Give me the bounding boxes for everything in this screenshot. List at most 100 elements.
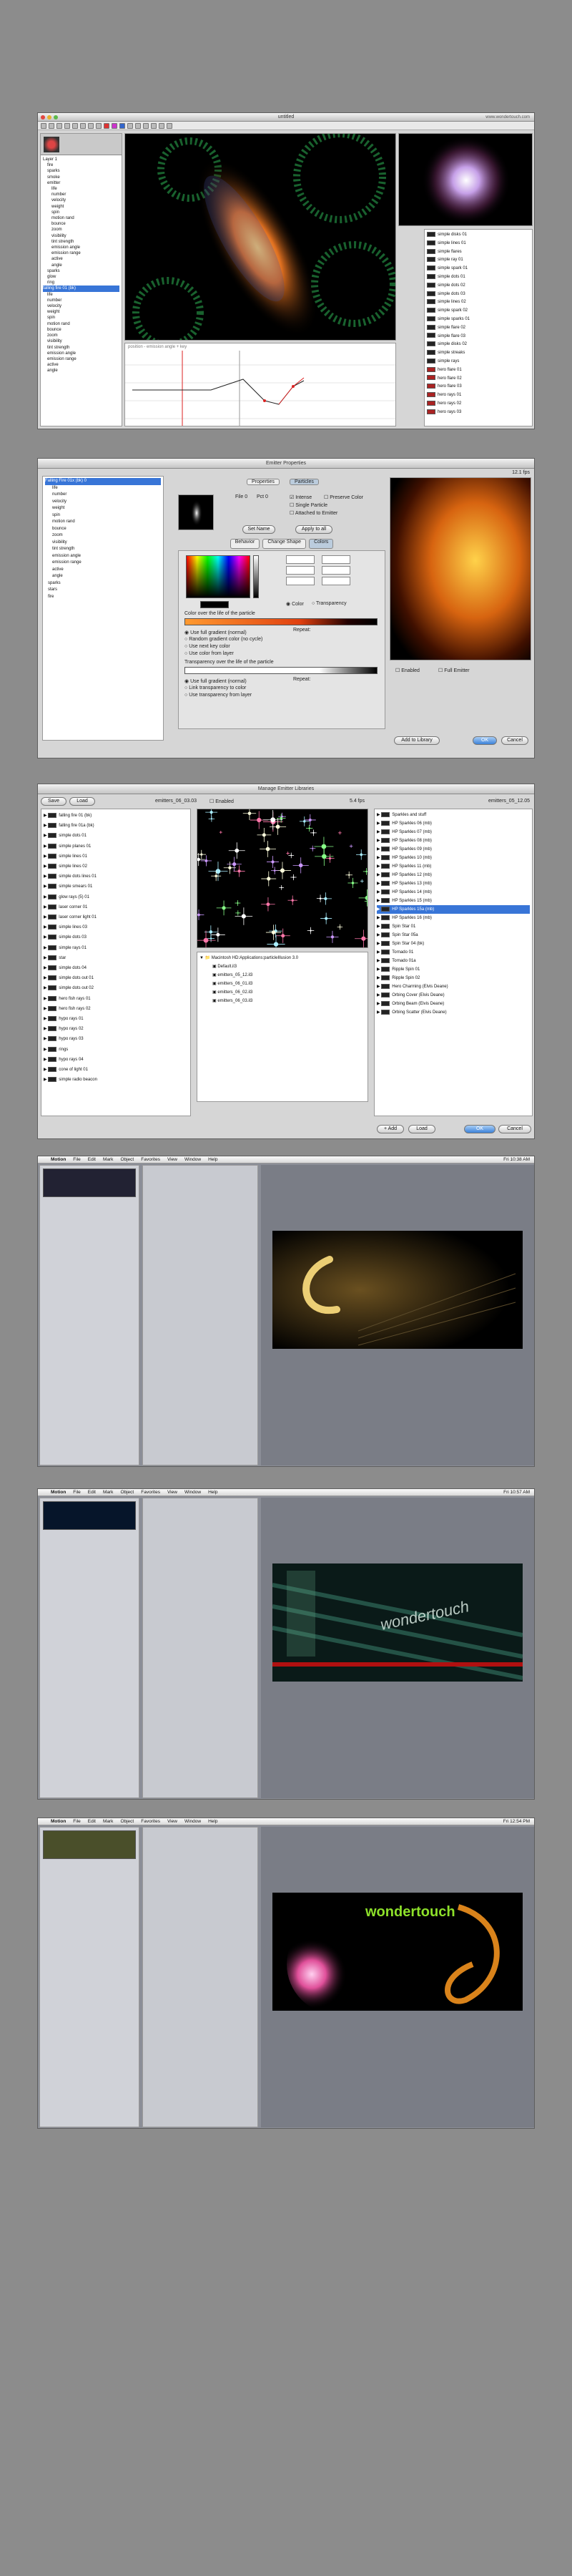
enabled-checkbox[interactable]: ☐ Enabled	[395, 668, 420, 673]
tree-item[interactable]: fire	[45, 594, 161, 601]
tree-item[interactable]: Falling Fire 01x (bk) 0	[45, 478, 161, 485]
color-picker[interactable]	[186, 555, 250, 598]
tree-item[interactable]: zoom	[45, 532, 161, 540]
ok-button[interactable]: OK	[473, 736, 497, 745]
menu-file[interactable]: File	[73, 1818, 80, 1825]
library-item[interactable]: ▶ cone of light 01	[44, 1065, 188, 1075]
library-item[interactable]: simple flares	[427, 248, 530, 257]
library-item[interactable]: ▶ hypo rays 03	[44, 1034, 188, 1044]
menu-edit[interactable]: Edit	[88, 1156, 96, 1163]
library-item[interactable]: simple disks 01	[427, 231, 530, 240]
library-item[interactable]: ▶ hero fish rays 01	[44, 994, 188, 1004]
tree-item[interactable]: angle	[45, 573, 161, 580]
library-item[interactable]: hero rays 02	[427, 400, 530, 409]
radio-color[interactable]: ◉ Color	[286, 601, 304, 607]
library-item[interactable]: ▶ HP Sparkles 08 (mb)	[377, 836, 530, 845]
file-browser-panel[interactable]	[39, 1827, 139, 2127]
tree-item[interactable]: emission angle	[43, 351, 119, 356]
library-item[interactable]: ▶ laser corner light 01	[44, 912, 188, 922]
library-item[interactable]: simple streaks	[427, 349, 530, 358]
cancel-button[interactable]: Cancel	[498, 1125, 531, 1133]
library-item[interactable]: ▶ Spin Star 04 (bk)	[377, 940, 530, 948]
library-item[interactable]: hero rays 01	[427, 391, 530, 400]
emitter-icon[interactable]	[104, 122, 109, 129]
library-item[interactable]: hero rays 03	[427, 409, 530, 417]
tree-item[interactable]: weight	[45, 505, 161, 512]
stage-canvas[interactable]	[124, 133, 396, 341]
deflector-icon[interactable]	[112, 122, 117, 129]
file-item[interactable]: ▣ emitters_06_01.il3	[199, 980, 365, 988]
library-item[interactable]: simple spark 01	[427, 265, 530, 273]
library-item[interactable]: ▶ Orbing Scatter (Elvis Deane)	[377, 1008, 530, 1017]
set-name-button[interactable]: Set Name	[242, 525, 275, 534]
rgb-fields[interactable]	[286, 555, 372, 598]
color-option-2[interactable]: ○ Random gradient color (no cycle)	[184, 637, 262, 642]
library-item[interactable]: ▶ Sparkles and stuff	[377, 811, 530, 819]
menu-window[interactable]: Window	[184, 1489, 201, 1496]
tree-item[interactable]: bounce	[45, 526, 161, 533]
load-button[interactable]: Load	[69, 797, 95, 806]
menu-object[interactable]: Object	[120, 1156, 134, 1163]
tree-item[interactable]: active	[43, 362, 119, 368]
menu-favorites[interactable]: Favorites	[141, 1489, 160, 1496]
new-icon[interactable]	[41, 122, 46, 129]
ok-button[interactable]: OK	[464, 1125, 495, 1133]
tree-item[interactable]: zoom	[43, 227, 119, 233]
library-item[interactable]: ▶ HP Sparkles 07 (mb)	[377, 828, 530, 836]
library-item[interactable]: hero flare 02	[427, 375, 530, 384]
file-item[interactable]: ▣ emitters_06_03.il3	[199, 997, 365, 1005]
library-item[interactable]: ▶ Orbing Beam (Elvis Deane)	[377, 1000, 530, 1008]
library-item[interactable]: simple rays	[427, 358, 530, 366]
library-item[interactable]: ▶ Tornado 01a	[377, 957, 530, 965]
tree-item[interactable]: emission range	[43, 356, 119, 362]
check-single-particle[interactable]: ☐ Single Particle	[290, 502, 327, 508]
library-item[interactable]: simple dots 01	[427, 273, 530, 282]
load-button-2[interactable]: Load	[408, 1125, 435, 1133]
tab-colors[interactable]: Colors	[309, 539, 334, 549]
tree-item[interactable]: number	[43, 192, 119, 197]
library-list[interactable]: simple disks 01 simple lines 01 simple f…	[424, 229, 533, 426]
check-preserve-color[interactable]: ☐ Preserve Color	[324, 494, 363, 500]
file-browser-panel[interactable]	[39, 1498, 139, 1798]
library-item[interactable]: ▶ HP Sparkles 14 (mb)	[377, 888, 530, 897]
full-emitter-checkbox[interactable]: ☐ Full Emitter	[438, 668, 470, 673]
redo-icon[interactable]	[96, 122, 102, 129]
timeline-panel[interactable]	[142, 1498, 258, 1798]
menu-view[interactable]: View	[167, 1489, 177, 1496]
tree-item[interactable]: zoom	[43, 333, 119, 338]
paste-icon[interactable]	[80, 122, 86, 129]
tree-item[interactable]: sparks	[43, 168, 119, 174]
zoom-icon[interactable]	[159, 122, 164, 129]
tree-item[interactable]: motion rand	[45, 519, 161, 526]
tree-item[interactable]: visibility	[43, 338, 119, 344]
library-item[interactable]: ▶ HP Sparkles 15 (mb)	[377, 897, 530, 905]
library-item[interactable]: ▶ HP Sparkles 15a (mb)	[377, 905, 530, 914]
library-item[interactable]: simple flare 03	[427, 333, 530, 341]
menu-help[interactable]: Help	[208, 1818, 217, 1825]
tree-item[interactable]: glow	[43, 274, 119, 280]
library-item[interactable]: ▶ Tornado 01	[377, 948, 530, 957]
tree-item[interactable]: velocity	[45, 499, 161, 506]
tree-item[interactable]: active	[45, 567, 161, 574]
library-item[interactable]: ▶ HP Sparkles 06 (mb)	[377, 819, 530, 828]
library-item[interactable]: ▶ hero fish rays 02	[44, 1004, 188, 1014]
library-item[interactable]: ▶ simple dots 03	[44, 932, 188, 942]
menu-window[interactable]: Window	[184, 1156, 201, 1163]
library-item[interactable]: hero flare 01	[427, 366, 530, 375]
check-intense[interactable]: ☑ Intense	[290, 494, 312, 500]
tree-item[interactable]: tint strength	[43, 345, 119, 351]
menu-motion[interactable]: Motion	[51, 1818, 66, 1825]
menu-mark[interactable]: Mark	[103, 1156, 113, 1163]
tree-item[interactable]: ring	[43, 280, 119, 286]
enabled-checkbox[interactable]: ☐ Enabled	[209, 799, 234, 804]
file-item[interactable]: ▣ emitters_05_12.il3	[199, 971, 365, 980]
library-item[interactable]: ▶ simple dots out 02	[44, 983, 188, 993]
library-item[interactable]: simple dots 03	[427, 291, 530, 299]
tree-item[interactable]: emission range	[45, 560, 161, 567]
tree-item[interactable]: sparks	[45, 580, 161, 587]
library-item[interactable]: ▶ Hero Charming (Elvis Deane)	[377, 982, 530, 991]
tree-item[interactable]: bounce	[43, 327, 119, 333]
library-item[interactable]: ▶ simple lines 03	[44, 922, 188, 932]
tree-item[interactable]: tint strength	[43, 239, 119, 245]
library-item[interactable]: ▶ hypo rays 01	[44, 1014, 188, 1024]
